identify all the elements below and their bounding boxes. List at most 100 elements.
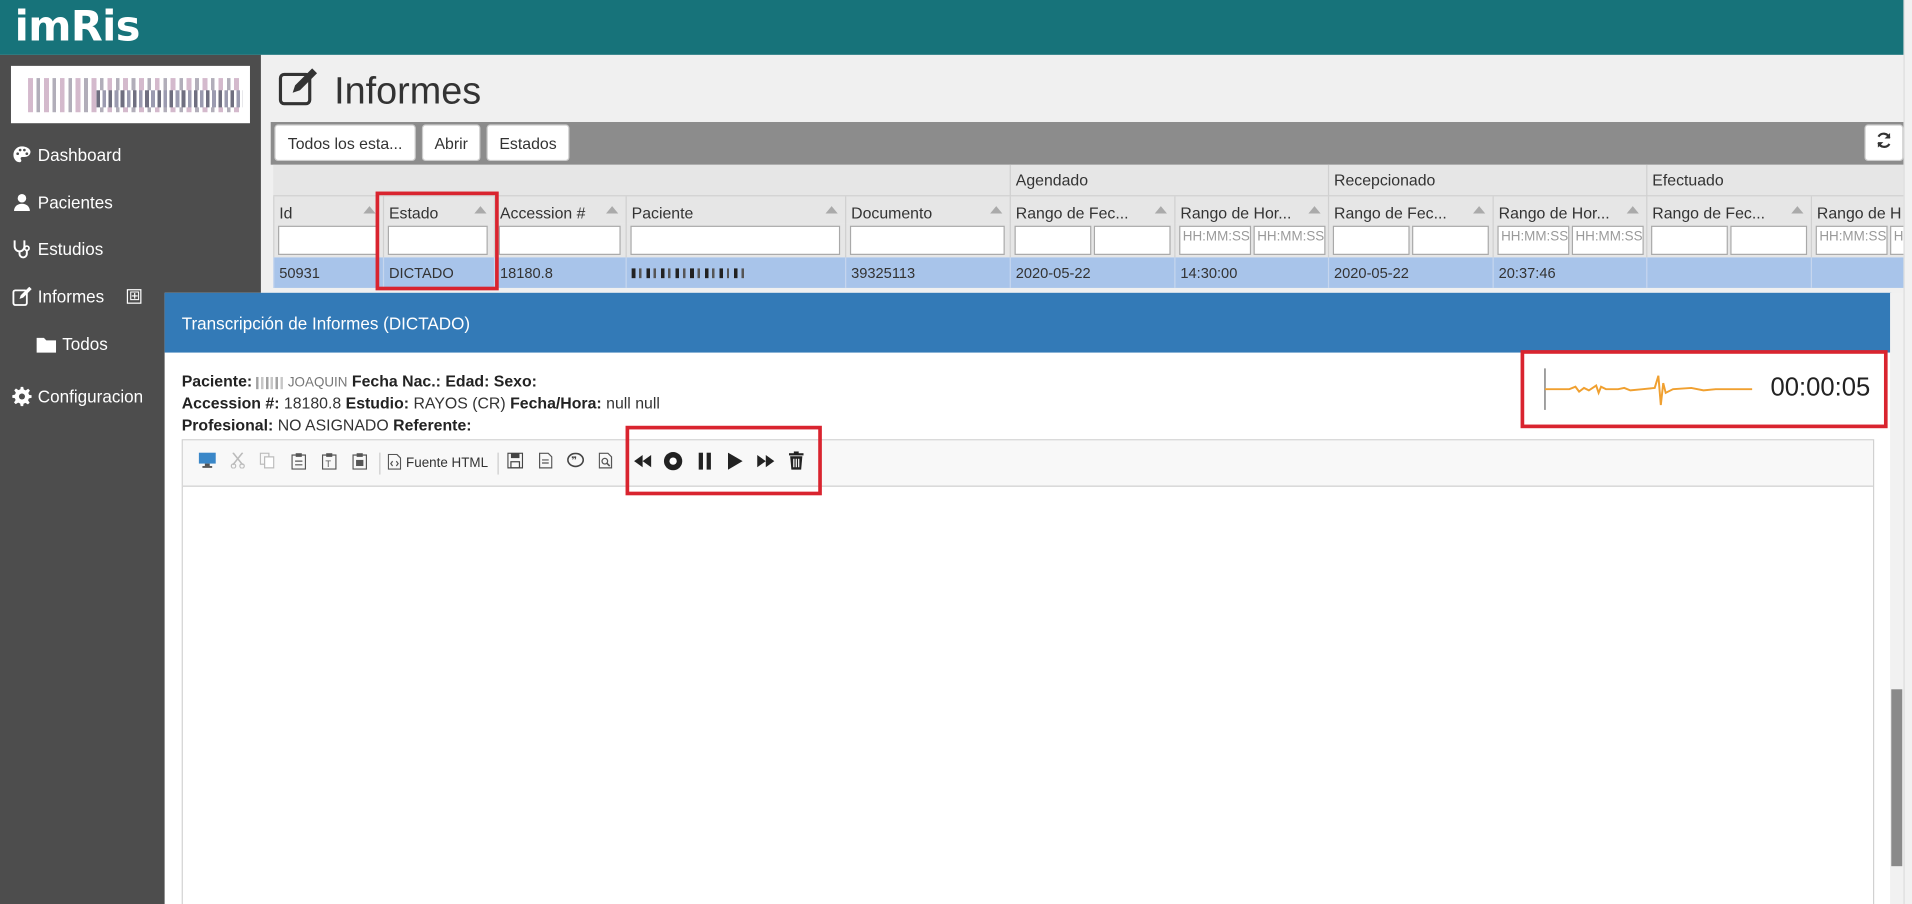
redacted-name <box>631 268 748 279</box>
filter-input-id[interactable] <box>278 225 379 255</box>
filter-input-recepcionado-hora-hasta[interactable]: HH:MM:SS <box>1571 225 1644 255</box>
editor-content[interactable] <box>182 487 1873 904</box>
pause-button[interactable] <box>693 451 717 475</box>
table-row[interactable]: 50931 DICTADO 18180.8 39325113 2020-05-2… <box>273 257 1904 288</box>
pause-icon <box>697 451 712 475</box>
source-icon <box>387 453 402 474</box>
clipboard-text-icon: T <box>321 452 337 475</box>
stethoscope-icon <box>12 239 32 259</box>
save-icon <box>506 452 523 475</box>
filter-input-accession[interactable] <box>498 225 621 255</box>
professional-info-line: Profesional: NO ASIGNADO Referente: <box>181 416 472 435</box>
folder-icon <box>36 334 57 354</box>
paste-button[interactable] <box>287 451 311 475</box>
filter-input-recepcionado-hora-desde[interactable]: HH:MM:SS <box>1497 225 1570 255</box>
svg-text:❞: ❞ <box>571 456 577 467</box>
refresh-icon <box>1875 131 1892 154</box>
record-icon <box>663 451 683 477</box>
play-button[interactable] <box>723 451 747 475</box>
paste-word-button[interactable] <box>348 451 372 475</box>
redacted-surname <box>256 376 284 389</box>
sort-icon <box>825 206 838 214</box>
source-html-button[interactable]: Fuente HTML <box>387 451 488 475</box>
patient-name: JOAQUIN <box>287 375 348 391</box>
expand-icon[interactable]: ⊞ <box>127 289 143 304</box>
clipboard-word-icon <box>352 452 368 475</box>
filter-input-efectuado-hora-desde[interactable]: HH:MM:SS <box>1815 225 1888 255</box>
modal-title: Transcripción de Informes (DICTADO) <box>164 292 1892 353</box>
templates-button[interactable]: ❞ <box>563 451 587 475</box>
preview-button[interactable] <box>594 451 618 475</box>
group-header-row: Agendado Recepcionado Efectuado <box>273 164 1904 197</box>
cell-estado: DICTADO <box>382 257 494 288</box>
patient-info-line: Paciente: JOAQUIN Fecha Nac.: Edad: Sexo… <box>181 372 537 391</box>
sidebar-item-informes[interactable]: Informes ⊞ <box>12 286 143 307</box>
sidebar-item-pacientes[interactable]: Pacientes <box>12 193 113 212</box>
cell-id: 50931 <box>273 257 383 288</box>
delete-audio-button[interactable] <box>784 451 808 475</box>
report-editor: T Fuente HTML ❞ <box>181 439 1875 904</box>
sidebar-item-dashboard[interactable]: Dashboard <box>12 145 121 165</box>
cell-accession: 18180.8 <box>493 257 626 288</box>
save-button[interactable] <box>502 451 526 475</box>
modal-scrollbar-thumb[interactable] <box>1891 689 1903 867</box>
filter-input-agendado-hasta[interactable] <box>1093 225 1171 255</box>
cell-agendado-fecha: 2020-05-22 <box>1009 257 1175 288</box>
page-title: Informes <box>278 67 481 116</box>
status-filter-button[interactable]: Todos los esta... <box>274 124 416 162</box>
sidebar-item-estudios[interactable]: Estudios <box>12 239 103 259</box>
page-scrollbar[interactable] <box>1903 0 1912 904</box>
cell-paciente <box>625 257 845 288</box>
refresh-button[interactable] <box>1864 124 1904 162</box>
edit-icon <box>278 67 319 116</box>
filter-input-efectuado-desde[interactable] <box>1651 225 1728 255</box>
new-page-button[interactable] <box>533 451 557 475</box>
monitor-icon <box>198 452 216 475</box>
copy-icon <box>259 452 275 475</box>
filter-input-paciente[interactable] <box>630 225 841 255</box>
record-button[interactable] <box>661 451 685 475</box>
sort-icon <box>1791 206 1804 214</box>
filter-input-agendado-desde[interactable] <box>1014 225 1092 255</box>
sort-icon <box>474 206 487 214</box>
client-logo <box>10 65 250 124</box>
filter-input-recepcionado-hasta[interactable] <box>1412 225 1489 255</box>
paste-text-button[interactable]: T <box>317 451 341 475</box>
cell-recepcionado-fecha: 2020-05-22 <box>1327 257 1493 288</box>
sidebar-item-todos[interactable]: Todos <box>36 334 108 354</box>
filter-input-documento[interactable] <box>849 225 1005 255</box>
states-button[interactable]: Estados <box>486 124 570 162</box>
filter-input-agendado-hora-desde[interactable]: HH:MM:SS <box>1179 225 1252 255</box>
sort-icon <box>990 206 1003 214</box>
open-button[interactable]: Abrir <box>421 124 481 162</box>
svg-text:T: T <box>325 460 332 469</box>
filter-input-recepcionado-desde[interactable] <box>1332 225 1410 255</box>
sidebar-item-label: Estudios <box>37 239 104 259</box>
sidebar-item-configuracion[interactable]: Configuracion <box>12 386 143 407</box>
group-agendado: Agendado <box>1009 164 1328 197</box>
copy-button[interactable] <box>255 451 279 475</box>
transcription-modal: Transcripción de Informes (DICTADO) Paci… <box>164 292 1892 904</box>
clipboard-icon <box>291 452 307 475</box>
page-title-text: Informes <box>334 69 482 113</box>
sort-icon <box>1308 206 1321 214</box>
filter-input-agendado-hora-hasta[interactable]: HH:MM:SS <box>1253 225 1326 255</box>
filter-input-efectuado-hasta[interactable] <box>1730 225 1808 255</box>
top-bar: imRis <box>0 0 1904 55</box>
filter-input-efectuado-hora-hasta[interactable]: HH:MM:SS <box>1890 225 1904 255</box>
play-icon <box>727 451 743 475</box>
sidebar-item-label: Informes <box>37 286 105 307</box>
sort-icon <box>363 206 376 214</box>
sort-icon <box>1154 206 1167 214</box>
group-recepcionado: Recepcionado <box>1327 164 1646 197</box>
maximize-button[interactable] <box>195 451 219 475</box>
quote-icon: ❞ <box>567 452 585 475</box>
sort-icon <box>606 206 619 214</box>
filter-input-estado[interactable] <box>387 225 488 255</box>
sidebar-item-label: Dashboard <box>37 145 122 165</box>
cut-button[interactable] <box>226 451 250 475</box>
brand-logo[interactable]: imRis <box>15 2 141 51</box>
fast-forward-button[interactable] <box>754 451 778 475</box>
rewind-button[interactable] <box>630 451 654 475</box>
cell-efectuado-fecha <box>1646 257 1811 288</box>
